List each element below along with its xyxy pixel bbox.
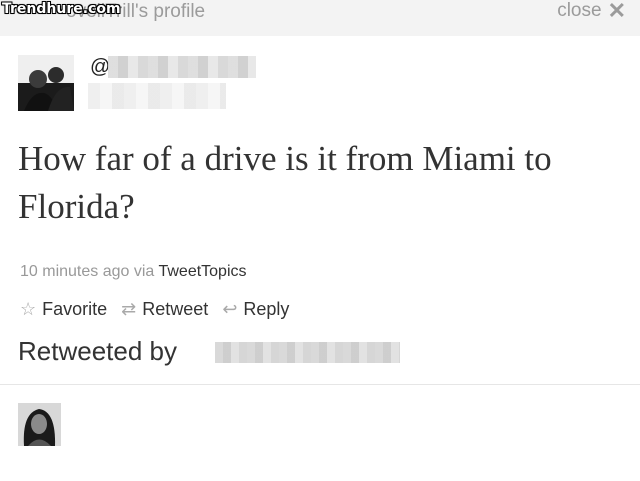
redacted-handle: [108, 56, 256, 78]
retweeter-avatar[interactable]: [18, 403, 61, 446]
tweet-actions: ☆ Favorite ⇄ Retweet ↩ Reply: [20, 299, 289, 320]
close-button[interactable]: close ✕: [557, 0, 626, 22]
author-avatar[interactable]: [18, 55, 74, 111]
tweet-timestamp[interactable]: 10 minutes ago: [20, 263, 129, 280]
favorite-label: Favorite: [42, 299, 108, 319]
retweeted-by-label: Retweeted by: [18, 336, 177, 366]
tweet-meta: 10 minutes ago via TweetTopics: [20, 263, 247, 281]
reply-icon: ↩: [222, 299, 238, 319]
retweeter-photo: [18, 403, 61, 446]
retweet-button[interactable]: ⇄ Retweet: [121, 299, 208, 320]
avatar-photo: [18, 55, 74, 111]
reply-label: Reply: [243, 299, 290, 319]
divider: [0, 384, 640, 385]
retweet-icon: ⇄: [121, 299, 137, 319]
via-app-link[interactable]: TweetTopics: [158, 263, 246, 280]
reply-button[interactable]: ↩ Reply: [222, 299, 289, 320]
redacted-retweeter: [215, 342, 400, 363]
favorite-button[interactable]: ☆ Favorite: [20, 299, 107, 320]
close-label: close: [557, 0, 602, 21]
tweet-text: How far of a drive is it from Miami to F…: [18, 139, 552, 226]
star-icon: ☆: [20, 299, 37, 319]
profile-header: oveliTrill's profile Trendhure.com close…: [0, 0, 640, 36]
retweet-label: Retweet: [142, 299, 209, 319]
redacted-name: [88, 83, 226, 109]
close-icon[interactable]: ✕: [608, 0, 626, 22]
watermark: Trendhure.com: [2, 1, 121, 17]
via-label: via: [133, 263, 155, 280]
